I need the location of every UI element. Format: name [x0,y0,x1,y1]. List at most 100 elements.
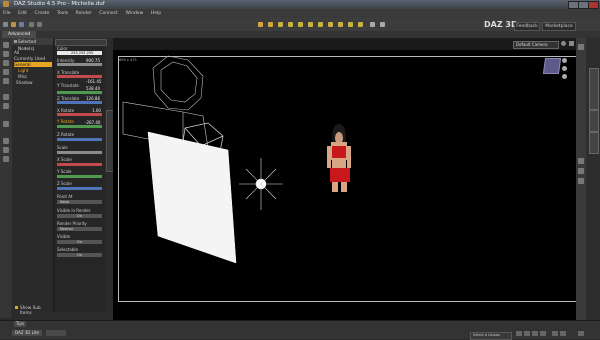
open-icon[interactable] [11,22,16,27]
white-plane [147,131,237,264]
menu-file[interactable]: File [0,9,14,18]
y-scale-slider[interactable] [57,175,102,178]
show-sub-items-checkbox[interactable]: Show Sub Items [20,305,52,315]
render-settings-icon[interactable] [370,22,375,27]
node-weight-icon[interactable] [328,22,333,27]
tool-settings-icon[interactable] [3,121,9,127]
param-label-visible-in-render: Visible in Render [57,208,91,213]
show-sub-items-box[interactable] [15,306,18,309]
point-at-dropdown[interactable]: None [57,200,102,204]
render-priority-dropdown[interactable]: Normal [57,227,102,231]
group-light[interactable]: Light [18,68,52,73]
lesson-select-label: Select a Lesson [473,333,501,337]
param-label-visible: Visible [57,234,71,239]
nav-settings-icon[interactable] [560,331,566,336]
content-library-icon[interactable] [3,51,9,57]
tab-surfaces[interactable] [589,132,599,154]
lesson-select-dropdown[interactable]: Select a Lesson [470,332,512,340]
scale-slider[interactable] [57,151,102,154]
tab-advanced[interactable]: Advanced [2,31,37,38]
group-shadow[interactable]: Shadow [16,80,52,85]
undo-icon[interactable] [29,22,34,27]
app-icon [3,1,9,7]
param-label-x-scale: X Scale [57,157,72,162]
daz-lite-tab[interactable]: DAZ 3D Lite [12,330,42,336]
visible-in-render-toggle[interactable]: On [57,214,102,218]
menu-connect[interactable]: Connect [96,9,121,18]
surface-tool-icon[interactable] [318,22,323,27]
secondary-tab[interactable] [46,330,66,336]
intensity-slider[interactable] [57,63,102,66]
close-button[interactable] [588,1,599,9]
panel-menu-icon[interactable] [14,40,17,43]
menu-render[interactable]: Render [73,9,95,18]
pointer-tool-icon[interactable] [258,22,263,27]
param-search-bar[interactable] [55,39,107,46]
panel-header: Selected Node(s) [12,38,53,51]
joint-editor-icon[interactable] [308,22,313,27]
paint-tool-icon[interactable] [578,168,584,174]
menu-help[interactable]: Help [148,9,164,18]
new-scene-icon[interactable] [3,22,8,27]
posing-tab-icon[interactable] [3,78,9,84]
render-icon[interactable] [380,22,385,27]
save-icon[interactable] [19,22,24,27]
nav-next-icon[interactable] [532,331,538,336]
z-scale-slider[interactable] [57,187,102,190]
param-label-render-priority: Render Priority [57,221,87,226]
param-color-swatch[interactable]: 255 255 255 [57,51,102,55]
figure-icon[interactable] [3,156,9,162]
translate-tool-icon[interactable] [288,22,293,27]
param-label-scale: Scale [57,145,68,150]
param-value-x-translate[interactable]: -161.45 [86,79,101,84]
marketplace-button[interactable]: Marketplace [542,22,576,31]
nav-close-icon[interactable] [578,331,584,336]
group-currently-used[interactable]: Currently Used [14,56,52,61]
light-icon[interactable] [3,147,9,153]
selectable-toggle[interactable]: On [57,253,102,257]
x-translate-slider[interactable] [57,75,102,78]
y-rotate-slider[interactable] [57,125,102,128]
aniMate-tab-icon[interactable] [3,94,9,100]
timeline-tab-icon[interactable] [3,103,9,109]
menu-tools[interactable]: Tools [54,9,71,18]
nav-last-icon[interactable] [540,331,546,336]
menu-create[interactable]: Create [31,9,52,18]
param-label-selectable: Selectable [57,247,78,252]
tips-tab[interactable]: Tips [14,321,26,327]
bottom-bar: Tips DAZ 3D Lite Select a Lesson [0,320,600,340]
param-label-z-scale: Z Scale [57,181,72,186]
scale-tool-icon[interactable] [298,22,303,27]
brush-tool-icon[interactable] [578,158,584,164]
group-general[interactable]: General [14,62,52,67]
nav-first-icon[interactable] [516,331,522,336]
aux-viewport-icon[interactable] [578,44,584,50]
feedback-button[interactable]: Feedback [514,22,540,31]
universal-tool-icon[interactable] [268,22,273,27]
visible-toggle[interactable]: On [57,240,102,244]
x-scale-slider[interactable] [57,163,102,166]
tab-lights[interactable] [589,110,599,132]
menu-window[interactable]: Window [123,9,147,18]
shaping-tab-icon[interactable] [3,69,9,75]
menu-edit[interactable]: Edit [15,9,30,18]
z-translate-slider[interactable] [57,101,102,104]
camera-icon[interactable] [3,138,9,144]
param-label-z-rotate: Z Rotate [57,132,75,137]
geometry-editor-icon[interactable] [338,22,343,27]
group-misc[interactable]: Misc [18,74,52,79]
x-rotate-slider[interactable] [57,113,102,116]
rotate-tool-icon[interactable] [278,22,283,27]
active-pose-icon[interactable] [348,22,353,27]
light-gizmo [239,158,283,210]
z-rotate-slider[interactable] [57,138,102,141]
ruler-tool-icon[interactable] [578,178,584,184]
tab-smart-content[interactable] [589,68,599,110]
y-translate-slider[interactable] [57,91,102,94]
nav-home-icon[interactable] [552,331,558,336]
redo-icon[interactable] [37,22,42,27]
nav-prev-icon[interactable] [524,331,530,336]
parameters-tab-icon[interactable] [3,60,9,66]
scene-tab-icon[interactable] [3,42,9,48]
spot-render-icon[interactable] [358,22,363,27]
